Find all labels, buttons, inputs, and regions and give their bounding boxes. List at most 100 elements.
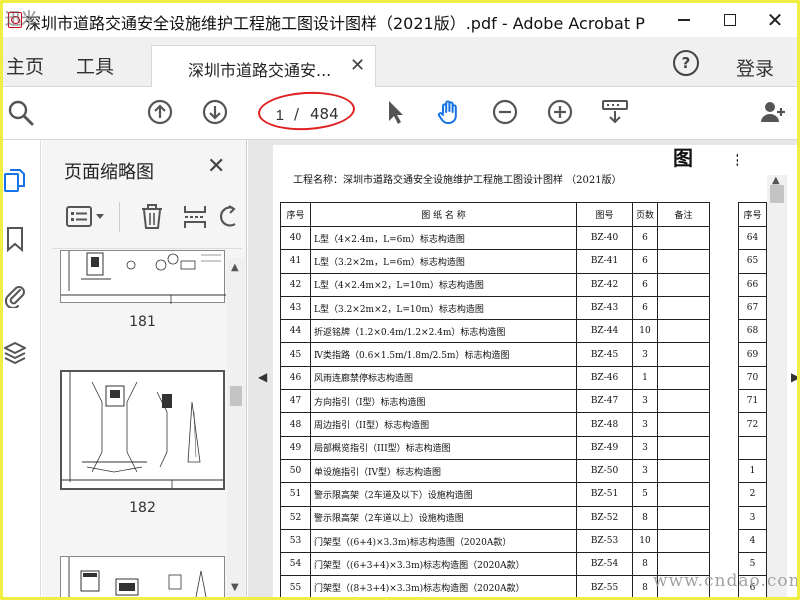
thumbnail-scroll-thumb[interactable] (230, 386, 242, 406)
table-cell-name: 门架型（(6+3+4)×3.3m)标志构造图（2020A款） (310, 552, 577, 577)
attachment-icon[interactable] (3, 282, 27, 308)
table-row: 46 风雨连廊禁停标志构造图 BZ-46 1 (280, 365, 711, 391)
table-row: 66 (738, 272, 767, 297)
table-cell-pages: 6 (631, 225, 659, 251)
table-cell-no: 47 (280, 389, 311, 414)
tab-tools[interactable]: 工具 (76, 52, 114, 79)
table-cell-pages: 10 (631, 319, 659, 344)
zoom-in-icon[interactable] (546, 98, 574, 126)
table-row: 3 (738, 505, 767, 530)
tab-document[interactable]: 深圳市道路交通安... ✕ (151, 45, 376, 87)
table-row: 4 (738, 528, 767, 554)
table-cell-pages: 3 (631, 458, 659, 484)
table-cell-no (738, 435, 767, 460)
table-row: 72 (738, 412, 767, 437)
hand-tool-icon[interactable] (435, 98, 463, 126)
table-cell-note (657, 272, 711, 297)
share-user-icon[interactable] (759, 98, 787, 126)
page-number-input[interactable] (266, 102, 286, 128)
table-cell-note (657, 412, 711, 437)
page-thumbnails-icon[interactable] (3, 168, 27, 194)
table-cell-name: 警示限高架（2车道及以下）设施构造图 (310, 482, 577, 507)
table-cell-code: BZ-44 (576, 319, 633, 344)
table-row: 65 (738, 249, 767, 274)
table-cell-pages: 1 (631, 365, 659, 391)
document-scroll-thumb[interactable] (770, 185, 784, 203)
table-row: 1 (738, 458, 767, 484)
panel-title: 页面缩略图 (64, 162, 154, 183)
table-cell-no: 40 (280, 225, 311, 251)
thumbnail-page-next[interactable] (60, 556, 225, 597)
table-cell-no: 4 (738, 528, 767, 554)
table-cell-no: 64 (738, 225, 767, 251)
select-cursor-icon[interactable] (381, 98, 409, 126)
table-cell-code: BZ-49 (576, 435, 633, 460)
delete-pages-icon[interactable] (139, 204, 165, 230)
table-cell-name: 单设施指引（IV型）标志构造图 (310, 458, 577, 484)
table-cell-pages: 5 (631, 482, 659, 507)
table-cell-note (657, 295, 711, 321)
minimize-icon (678, 19, 690, 21)
close-window-button[interactable]: ✕ (752, 3, 797, 37)
site-watermark: www.cndao.com (653, 571, 797, 591)
table-row: 41 L型（3.2×2m，L=6m）标志构造图 BZ-41 6 (280, 249, 711, 274)
maximize-button[interactable] (707, 3, 753, 37)
table-row: 67 (738, 295, 767, 321)
scroll-up-icon[interactable]: ▲ (231, 262, 239, 273)
table-cell-code: BZ-43 (576, 295, 633, 321)
total-pages: 484 (310, 105, 339, 123)
table-cell-no: 3 (738, 505, 767, 530)
table-cell-name: 警示限高架（2车道以上）设施构造图 (310, 505, 577, 530)
table-cell-code: BZ-46 (576, 365, 633, 391)
close-tab-icon[interactable]: ✕ (350, 55, 365, 76)
table-cell-name: 门架型（(6+4)×3.3m)标志构造图（2020A款） (310, 528, 577, 554)
table-cell-no: 41 (280, 249, 311, 274)
help-icon[interactable]: ? (673, 50, 699, 76)
thumbnail-page-181[interactable] (60, 250, 226, 304)
table-cell-no: 67 (738, 295, 767, 321)
table-cell-no: 45 (280, 342, 311, 367)
collapse-right-pane-icon[interactable]: ▶ (791, 370, 797, 384)
table-cell-name: L型（4×2.4m×2，L=10m）标志构造图 (310, 272, 577, 297)
table-cell-name: 周边指引（II型）标志构造图 (310, 412, 577, 437)
search-icon[interactable] (6, 98, 34, 126)
table-cell-note (657, 528, 711, 554)
tab-home[interactable]: 主页 (6, 52, 44, 79)
table-cell-note (657, 458, 711, 484)
login-button[interactable]: 登录 (736, 54, 774, 81)
table-cell-no: 44 (280, 319, 311, 344)
close-panel-icon[interactable]: ✕ (207, 154, 225, 179)
rotate-page-icon[interactable] (219, 204, 239, 230)
table-cell-no: 1 (738, 458, 767, 484)
table-cell-no: 51 (280, 482, 311, 507)
table-cell-pages: 6 (631, 272, 659, 297)
layers-icon[interactable] (3, 340, 27, 366)
options-menu-icon[interactable] (66, 205, 108, 229)
zoom-out-icon[interactable] (491, 98, 519, 126)
table-cell-note (657, 342, 711, 367)
table-cell-code: BZ-40 (576, 225, 633, 251)
next-page-icon[interactable] (201, 98, 229, 126)
thumbnail-drawing (61, 251, 226, 304)
scroll-down-icon[interactable]: ▼ (231, 582, 239, 593)
title-bar: 深圳市道路交通安全设施维护工程施工图设计图样（2021版）.pdf - Adob… (3, 3, 797, 37)
insert-page-icon[interactable] (182, 204, 208, 230)
thumbnail-page-182[interactable] (60, 370, 225, 490)
table-cell-name: 风雨连廊禁停标志构造图 (310, 365, 577, 391)
table-row: 48 周边指引（II型）标志构造图 BZ-48 3 (280, 412, 711, 437)
table-cell-no: 71 (738, 389, 767, 414)
table-cell-code: BZ-50 (576, 458, 633, 484)
bookmark-icon[interactable] (3, 226, 27, 252)
minimize-button[interactable] (661, 3, 707, 37)
document-view[interactable]: ◀ 图 纸 目 工程名称：深圳市道路交通安全设施维护工程施工图设计图样 （202… (248, 140, 797, 597)
collapse-left-pane-icon[interactable]: ◀ (258, 370, 267, 384)
thumbnail-scrollbar[interactable]: ▲ ▼ (227, 258, 245, 597)
document-scrollbar[interactable]: ▲ (767, 175, 787, 597)
table-cell-pages: 6 (631, 295, 659, 321)
table-cell-no: 50 (280, 458, 311, 484)
table-row: 68 (738, 319, 767, 344)
table-row: 54 门架型（(6+3+4)×3.3m)标志构造图（2020A款） BZ-54 8 (280, 552, 711, 577)
table-cell-no: 68 (738, 319, 767, 344)
previous-page-icon[interactable] (146, 98, 174, 126)
page-display-icon[interactable] (601, 98, 629, 126)
